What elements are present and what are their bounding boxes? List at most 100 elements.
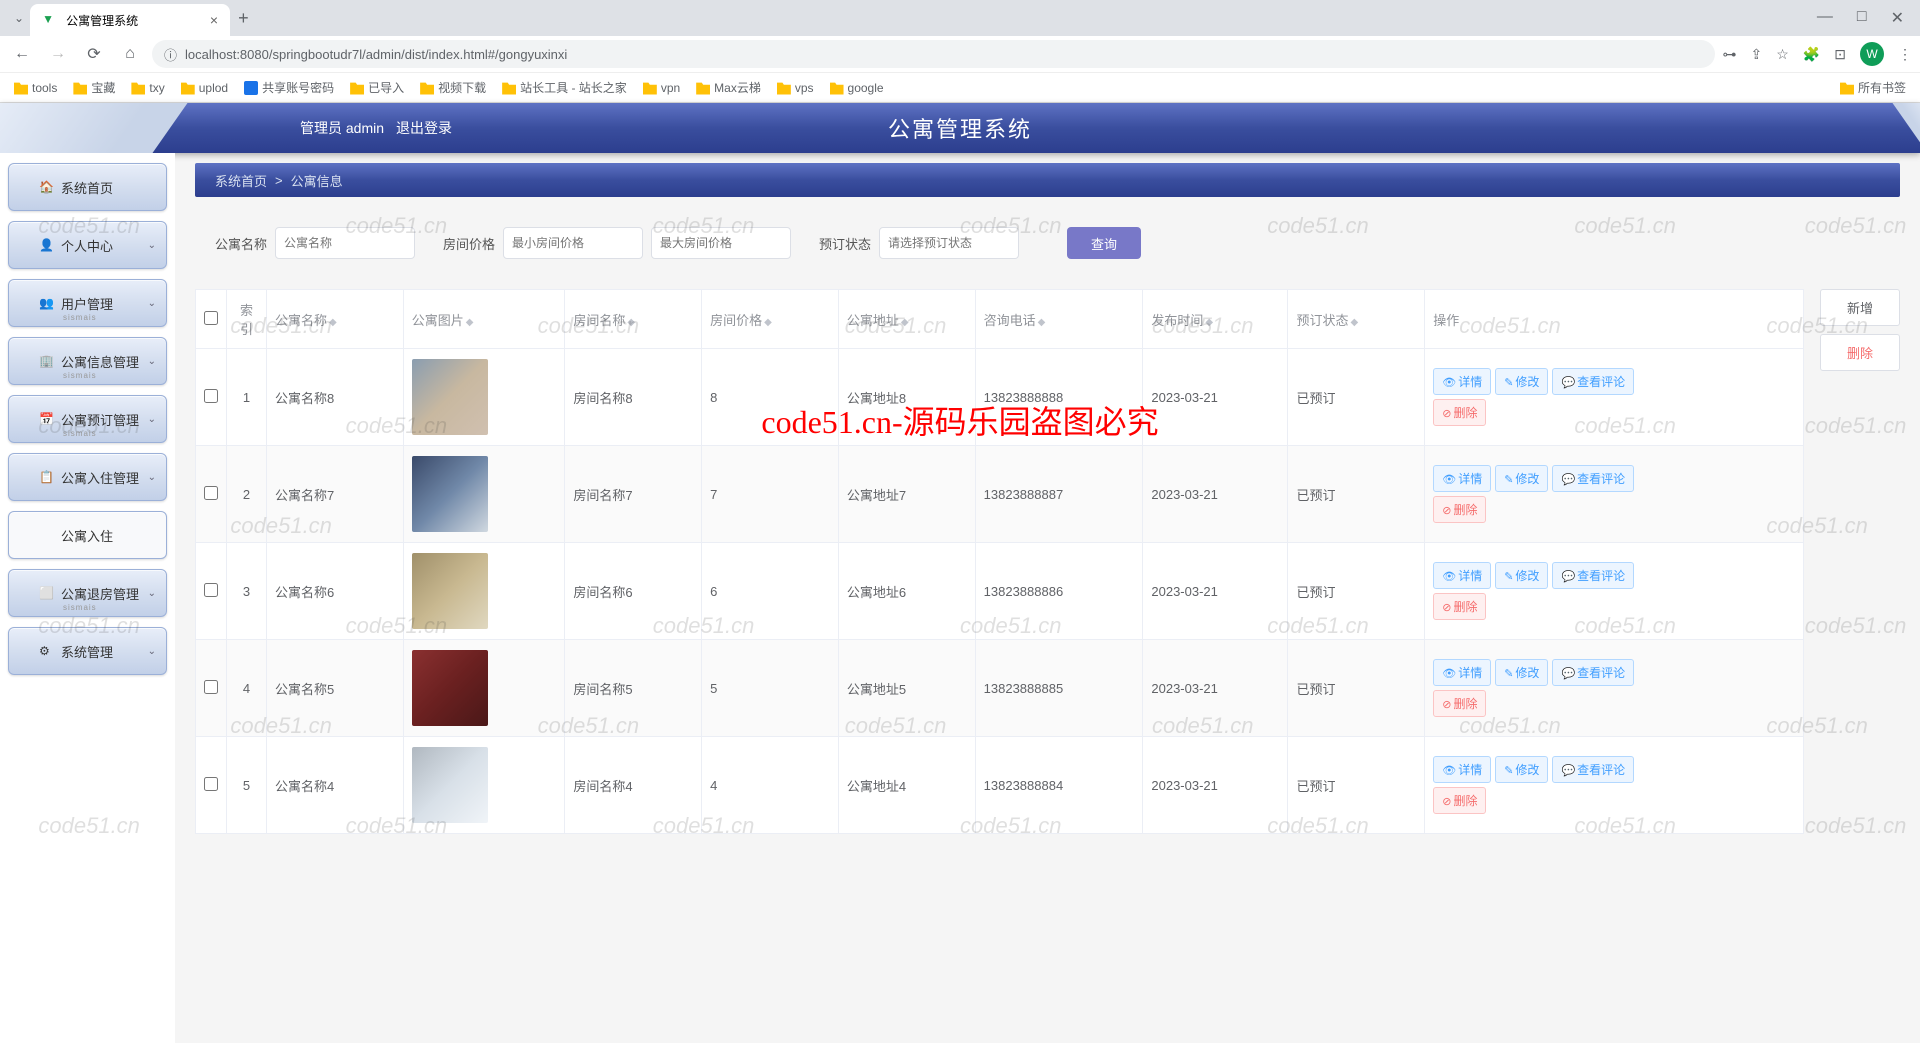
sort-icon[interactable]: ◆ <box>1350 317 1358 328</box>
row-checkbox[interactable] <box>204 486 218 500</box>
search-select-status[interactable] <box>879 227 1019 259</box>
info-icon[interactable]: ⓘ <box>164 45 177 64</box>
edit-button[interactable]: ✎修改 <box>1495 659 1548 686</box>
bookmark-item[interactable]: 共享账号密码 <box>238 75 340 100</box>
detail-button[interactable]: 👁详情 <box>1433 465 1491 492</box>
sort-icon[interactable]: ◆ <box>901 317 909 328</box>
comment-button[interactable]: 💬查看评论 <box>1552 465 1634 492</box>
detail-button[interactable]: 👁详情 <box>1433 756 1491 783</box>
home-button[interactable]: ⌂ <box>116 45 144 63</box>
row-checkbox[interactable] <box>204 680 218 694</box>
comment-button[interactable]: 💬查看评论 <box>1552 756 1634 783</box>
row-checkbox[interactable] <box>204 583 218 597</box>
sidebar-item-3[interactable]: 🏢公寓信息管理sismais⌄ <box>8 337 167 385</box>
th-price[interactable]: 房间价格◆ <box>702 290 839 349</box>
back-button[interactable]: ← <box>8 45 36 63</box>
sort-icon[interactable]: ◆ <box>466 317 474 328</box>
sidebar-item-6[interactable]: 公寓入住 <box>8 511 167 559</box>
avatar[interactable]: W <box>1860 42 1884 66</box>
th-date[interactable]: 发布时间◆ <box>1143 290 1288 349</box>
comment-button[interactable]: 💬查看评论 <box>1552 659 1634 686</box>
delete-button[interactable]: ⊘删除 <box>1433 593 1486 620</box>
edit-button[interactable]: ✎修改 <box>1495 562 1548 589</box>
ext-icon[interactable]: 🧩 <box>1803 46 1820 63</box>
comment-button[interactable]: 💬查看评论 <box>1552 562 1634 589</box>
select-all-checkbox[interactable] <box>204 311 218 325</box>
key-icon[interactable]: ⊶ <box>1723 46 1737 63</box>
menu-icon: 👤 <box>39 238 53 252</box>
sidebar-item-2[interactable]: 👥用户管理sismais⌄ <box>8 279 167 327</box>
search-input-min[interactable] <box>503 227 643 259</box>
search-button[interactable]: 查询 <box>1067 227 1141 259</box>
sort-icon[interactable]: ◆ <box>627 317 635 328</box>
batch-delete-button[interactable]: 删除 <box>1820 334 1900 371</box>
share-icon[interactable]: ⇪ <box>1751 46 1763 63</box>
minimize-icon[interactable]: — <box>1817 8 1833 28</box>
sidebar-item-8[interactable]: ⚙系统管理⌄ <box>8 627 167 675</box>
bookmark-item[interactable]: Max云梯 <box>690 75 767 100</box>
menu-icon[interactable]: ⋮ <box>1898 46 1912 63</box>
th-phone[interactable]: 咨询电话◆ <box>975 290 1143 349</box>
bookmark-item[interactable]: txy <box>125 77 170 99</box>
edit-button[interactable]: ✎修改 <box>1495 368 1548 395</box>
bookmark-item[interactable]: vps <box>771 77 820 99</box>
delete-button[interactable]: ⊘删除 <box>1433 690 1486 717</box>
bookmark-item[interactable]: 已导入 <box>344 75 410 100</box>
close-window-icon[interactable]: ✕ <box>1891 8 1904 28</box>
new-tab-button[interactable]: + <box>238 8 249 29</box>
th-index[interactable]: 索引 <box>227 290 267 349</box>
extensions-icon[interactable]: ⊡ <box>1834 46 1846 63</box>
browser-tab[interactable]: ▼ 公寓管理系统 × <box>30 4 230 36</box>
delete-button[interactable]: ⊘删除 <box>1433 496 1486 523</box>
reload-button[interactable]: ⟳ <box>80 44 108 64</box>
url-input[interactable]: ⓘ localhost:8080/springbootudr7l/admin/d… <box>152 40 1715 68</box>
delete-button[interactable]: ⊘删除 <box>1433 787 1486 814</box>
sidebar-item-1[interactable]: 👤个人中心⌄ <box>8 221 167 269</box>
comment-button[interactable]: 💬查看评论 <box>1552 368 1634 395</box>
bookmark-item[interactable]: tools <box>8 77 63 99</box>
sidebar-item-0[interactable]: 🏠系统首页 <box>8 163 167 211</box>
th-status[interactable]: 预订状态◆ <box>1288 290 1425 349</box>
thumbnail-image[interactable] <box>412 359 488 435</box>
bookmark-item[interactable]: 视频下载 <box>414 75 492 100</box>
bookmark-item[interactable]: 宝藏 <box>67 75 121 100</box>
row-checkbox[interactable] <box>204 777 218 791</box>
sort-icon[interactable]: ◆ <box>1205 317 1213 328</box>
th-image[interactable]: 公寓图片◆ <box>403 290 565 349</box>
thumbnail-image[interactable] <box>412 747 488 823</box>
thumbnail-image[interactable] <box>412 650 488 726</box>
bookmark-item[interactable]: vpn <box>637 77 686 99</box>
detail-button[interactable]: 👁详情 <box>1433 562 1491 589</box>
bookmark-item[interactable]: google <box>824 77 890 99</box>
sort-icon[interactable]: ◆ <box>329 317 337 328</box>
row-checkbox[interactable] <box>204 389 218 403</box>
maximize-icon[interactable]: □ <box>1857 8 1867 28</box>
edit-button[interactable]: ✎修改 <box>1495 465 1548 492</box>
all-bookmarks[interactable]: 所有书签 <box>1834 75 1912 100</box>
chevron-down-icon[interactable]: ⌄ <box>14 11 24 25</box>
detail-button[interactable]: 👁详情 <box>1433 659 1491 686</box>
bookmark-item[interactable]: uplod <box>175 77 234 99</box>
sidebar-item-7[interactable]: ⬜公寓退房管理sismais⌄ <box>8 569 167 617</box>
breadcrumb-current[interactable]: 公寓信息 <box>291 171 343 190</box>
delete-button[interactable]: ⊘删除 <box>1433 399 1486 426</box>
search-input-max[interactable] <box>651 227 791 259</box>
thumbnail-image[interactable] <box>412 456 488 532</box>
sidebar-item-4[interactable]: 📅公寓预订管理sismais⌄ <box>8 395 167 443</box>
star-icon[interactable]: ☆ <box>1776 46 1789 63</box>
breadcrumb-home[interactable]: 系统首页 <box>215 171 267 190</box>
add-button[interactable]: 新增 <box>1820 289 1900 326</box>
close-icon[interactable]: × <box>210 12 218 28</box>
logout-link[interactable]: 退出登录 <box>396 118 452 138</box>
th-name[interactable]: 公寓名称◆ <box>267 290 404 349</box>
thumbnail-image[interactable] <box>412 553 488 629</box>
sort-icon[interactable]: ◆ <box>1038 317 1046 328</box>
detail-button[interactable]: 👁详情 <box>1433 368 1491 395</box>
search-input-name[interactable] <box>275 227 415 259</box>
bookmark-item[interactable]: 站长工具 - 站长之家 <box>496 75 633 100</box>
edit-button[interactable]: ✎修改 <box>1495 756 1548 783</box>
sort-icon[interactable]: ◆ <box>764 317 772 328</box>
th-room[interactable]: 房间名称◆ <box>565 290 702 349</box>
sidebar-item-5[interactable]: 📋公寓入住管理⌄ <box>8 453 167 501</box>
th-address[interactable]: 公寓地址◆ <box>838 290 975 349</box>
